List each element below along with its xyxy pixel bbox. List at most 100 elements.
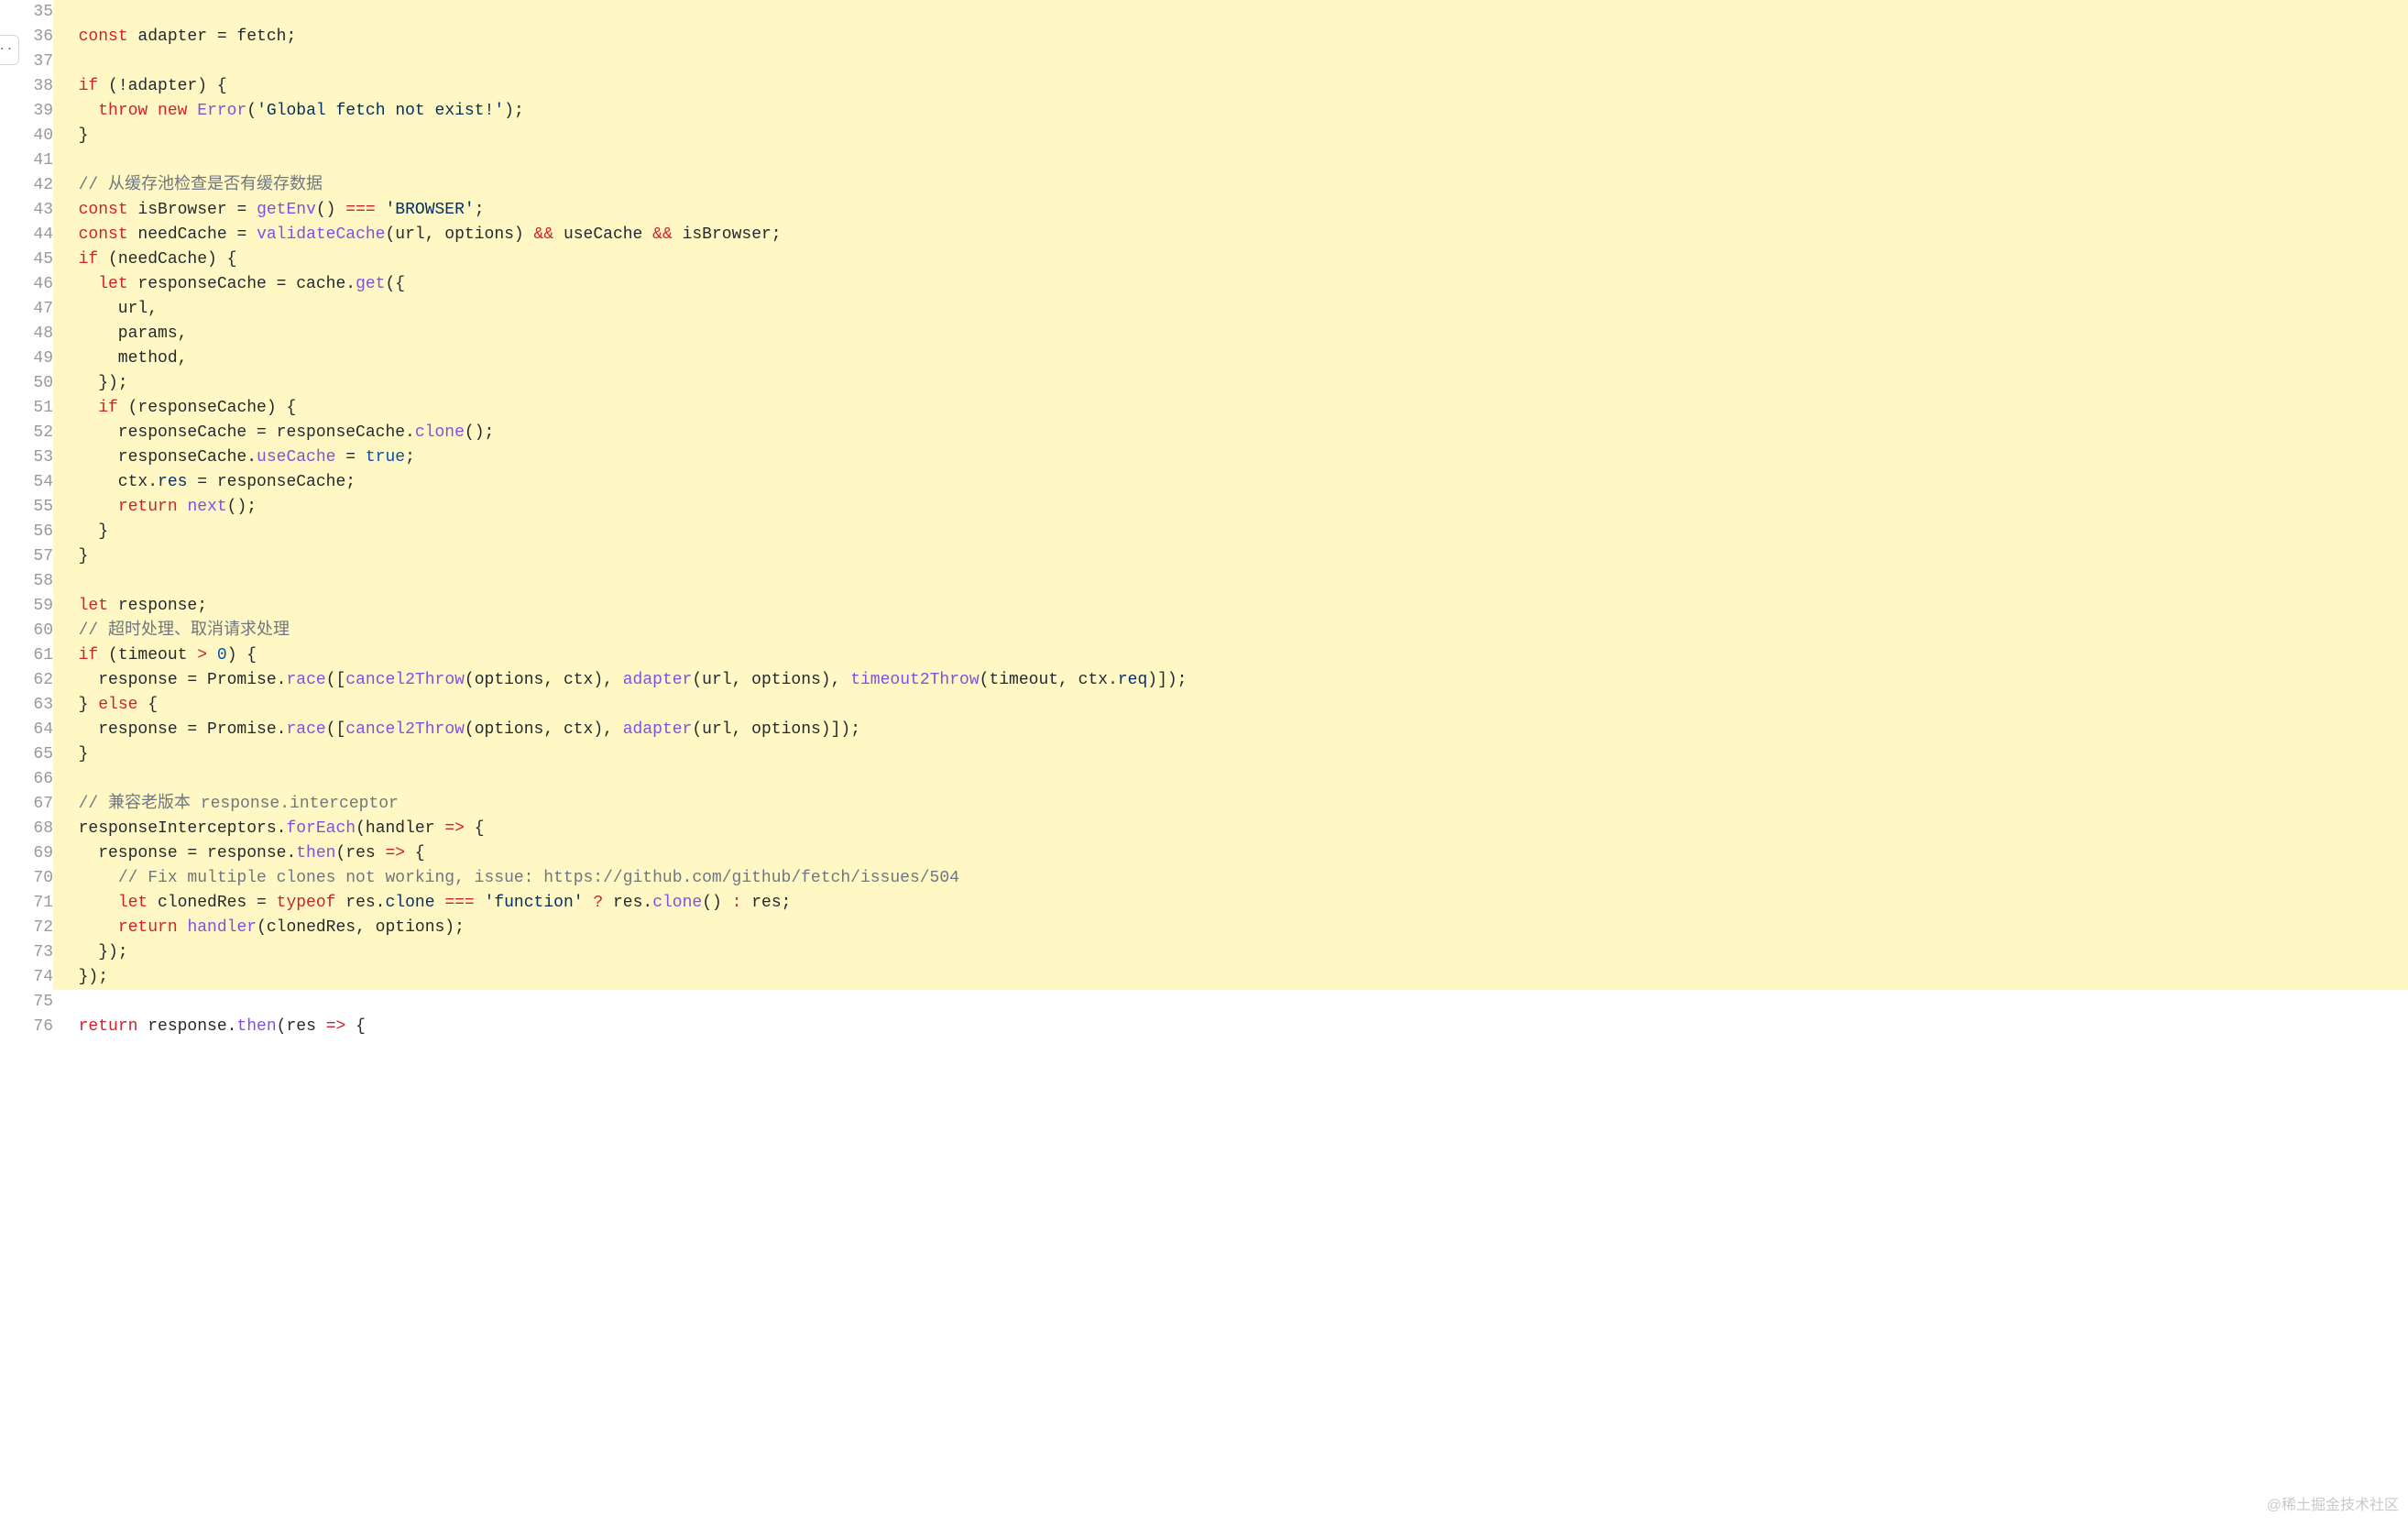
code-line: 76 return response.then(res => { <box>0 1015 2408 1039</box>
line-number[interactable]: 67 <box>0 792 53 817</box>
code-content[interactable]: // 兼容老版本 response.interceptor <box>59 792 2408 817</box>
line-number[interactable]: 56 <box>0 520 53 544</box>
code-content[interactable]: response = Promise.race([cancel2Throw(op… <box>59 718 2408 742</box>
line-number[interactable]: 57 <box>0 544 53 569</box>
line-number[interactable]: 41 <box>0 148 53 173</box>
line-number[interactable]: 60 <box>0 619 53 643</box>
line-number[interactable]: 62 <box>0 668 53 693</box>
code-content[interactable]: const needCache = validateCache(url, opt… <box>59 223 2408 247</box>
code-content[interactable]: response = Promise.race([cancel2Throw(op… <box>59 668 2408 693</box>
code-content[interactable] <box>59 569 2408 594</box>
line-number[interactable]: 51 <box>0 396 53 421</box>
line-number[interactable]: 76 <box>0 1015 53 1039</box>
code-content[interactable]: }); <box>59 940 2408 965</box>
code-viewer: ·· 35 36 const adapter = fetch;37 38 if … <box>0 0 2408 1039</box>
code-line: 37 <box>0 49 2408 74</box>
code-content[interactable] <box>59 0 2408 25</box>
line-number[interactable]: 45 <box>0 247 53 272</box>
code-line: 60 // 超时处理、取消请求处理 <box>0 619 2408 643</box>
code-content[interactable]: return next(); <box>59 495 2408 520</box>
line-number[interactable]: 68 <box>0 817 53 841</box>
line-number[interactable]: 39 <box>0 99 53 124</box>
code-content[interactable]: const adapter = fetch; <box>59 25 2408 49</box>
code-line: 62 response = Promise.race([cancel2Throw… <box>0 668 2408 693</box>
code-content[interactable]: response = response.then(res => { <box>59 841 2408 866</box>
code-line: 67 // 兼容老版本 response.interceptor <box>0 792 2408 817</box>
code-content[interactable]: return response.then(res => { <box>59 1015 2408 1039</box>
code-line: 75 <box>0 990 2408 1015</box>
expand-hunk-button[interactable]: ·· <box>0 35 19 65</box>
code-content[interactable]: const isBrowser = getEnv() === 'BROWSER'… <box>59 198 2408 223</box>
line-number[interactable]: 70 <box>0 866 53 891</box>
code-content[interactable]: method, <box>59 346 2408 371</box>
code-content[interactable]: // 从缓存池检查是否有缓存数据 <box>59 173 2408 198</box>
code-line: 51 if (responseCache) { <box>0 396 2408 421</box>
code-content[interactable]: }); <box>59 965 2408 990</box>
code-content[interactable]: } <box>59 520 2408 544</box>
code-content[interactable]: }); <box>59 371 2408 396</box>
code-line: 69 response = response.then(res => { <box>0 841 2408 866</box>
line-number[interactable]: 75 <box>0 990 53 1015</box>
code-content[interactable]: if (timeout > 0) { <box>59 643 2408 668</box>
code-content[interactable]: responseCache = responseCache.clone(); <box>59 421 2408 445</box>
line-number[interactable]: 47 <box>0 297 53 322</box>
line-number[interactable]: 52 <box>0 421 53 445</box>
code-content[interactable]: responseCache.useCache = true; <box>59 445 2408 470</box>
code-content[interactable]: if (!adapter) { <box>59 74 2408 99</box>
code-content[interactable]: let response; <box>59 594 2408 619</box>
line-number[interactable]: 66 <box>0 767 53 792</box>
code-content[interactable]: url, <box>59 297 2408 322</box>
line-number[interactable]: 69 <box>0 841 53 866</box>
code-content[interactable] <box>59 49 2408 74</box>
line-number[interactable]: 54 <box>0 470 53 495</box>
line-number[interactable]: 71 <box>0 891 53 916</box>
code-content[interactable]: } <box>59 544 2408 569</box>
code-content[interactable]: let responseCache = cache.get({ <box>59 272 2408 297</box>
line-number[interactable]: 38 <box>0 74 53 99</box>
code-content[interactable]: params, <box>59 322 2408 346</box>
code-line: 59 let response; <box>0 594 2408 619</box>
line-number[interactable]: 49 <box>0 346 53 371</box>
line-number[interactable]: 61 <box>0 643 53 668</box>
code-content[interactable]: } else { <box>59 693 2408 718</box>
line-number[interactable]: 43 <box>0 198 53 223</box>
line-number[interactable]: 35 <box>0 0 53 25</box>
code-content[interactable] <box>59 990 2408 1015</box>
code-line: 56 } <box>0 520 2408 544</box>
line-number[interactable]: 48 <box>0 322 53 346</box>
line-number[interactable]: 55 <box>0 495 53 520</box>
code-line: 52 responseCache = responseCache.clone()… <box>0 421 2408 445</box>
line-number[interactable]: 58 <box>0 569 53 594</box>
code-content[interactable]: return handler(clonedRes, options); <box>59 916 2408 940</box>
line-number[interactable]: 46 <box>0 272 53 297</box>
code-content[interactable]: // Fix multiple clones not working, issu… <box>59 866 2408 891</box>
code-content[interactable]: throw new Error('Global fetch not exist!… <box>59 99 2408 124</box>
line-number[interactable]: 44 <box>0 223 53 247</box>
line-number[interactable]: 74 <box>0 965 53 990</box>
code-content[interactable]: responseInterceptors.forEach(handler => … <box>59 817 2408 841</box>
line-number[interactable]: 65 <box>0 742 53 767</box>
line-number[interactable]: 64 <box>0 718 53 742</box>
code-content[interactable]: ctx.res = responseCache; <box>59 470 2408 495</box>
code-content[interactable]: } <box>59 742 2408 767</box>
code-content[interactable]: if (responseCache) { <box>59 396 2408 421</box>
code-content[interactable] <box>59 767 2408 792</box>
line-number[interactable]: 59 <box>0 594 53 619</box>
line-number[interactable]: 73 <box>0 940 53 965</box>
line-number[interactable]: 50 <box>0 371 53 396</box>
code-content[interactable] <box>59 148 2408 173</box>
line-number[interactable]: 42 <box>0 173 53 198</box>
line-number[interactable]: 72 <box>0 916 53 940</box>
code-line: 58 <box>0 569 2408 594</box>
line-number[interactable]: 40 <box>0 124 53 148</box>
code-line: 46 let responseCache = cache.get({ <box>0 272 2408 297</box>
line-number[interactable]: 63 <box>0 693 53 718</box>
code-line: 43 const isBrowser = getEnv() === 'BROWS… <box>0 198 2408 223</box>
code-content[interactable]: let clonedRes = typeof res.clone === 'fu… <box>59 891 2408 916</box>
code-line: 50 }); <box>0 371 2408 396</box>
code-content[interactable]: if (needCache) { <box>59 247 2408 272</box>
line-number[interactable]: 53 <box>0 445 53 470</box>
code-content[interactable]: // 超时处理、取消请求处理 <box>59 619 2408 643</box>
code-content[interactable]: } <box>59 124 2408 148</box>
code-line: 42 // 从缓存池检查是否有缓存数据 <box>0 173 2408 198</box>
